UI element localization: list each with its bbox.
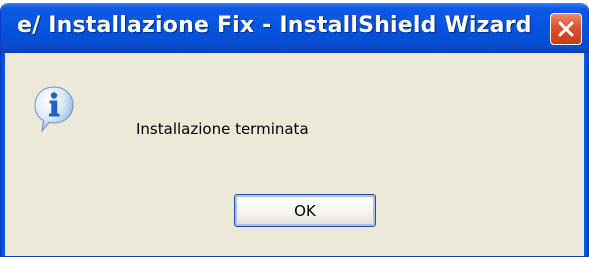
info-icon	[34, 86, 74, 133]
window-title: e/ Installazione Fix - InstallShield Wiz…	[17, 13, 532, 38]
window-frame-left	[1, 53, 5, 256]
ok-button[interactable]: OK	[234, 194, 376, 227]
window-frame-right	[584, 53, 588, 256]
close-button[interactable]	[550, 13, 582, 45]
close-icon	[558, 21, 574, 37]
dialog-message: Installazione terminata	[136, 120, 309, 138]
title-bar[interactable]: e/ Installazione Fix - InstallShield Wiz…	[1, 3, 588, 53]
dialog-window: e/ Installazione Fix - InstallShield Wiz…	[0, 3, 589, 257]
